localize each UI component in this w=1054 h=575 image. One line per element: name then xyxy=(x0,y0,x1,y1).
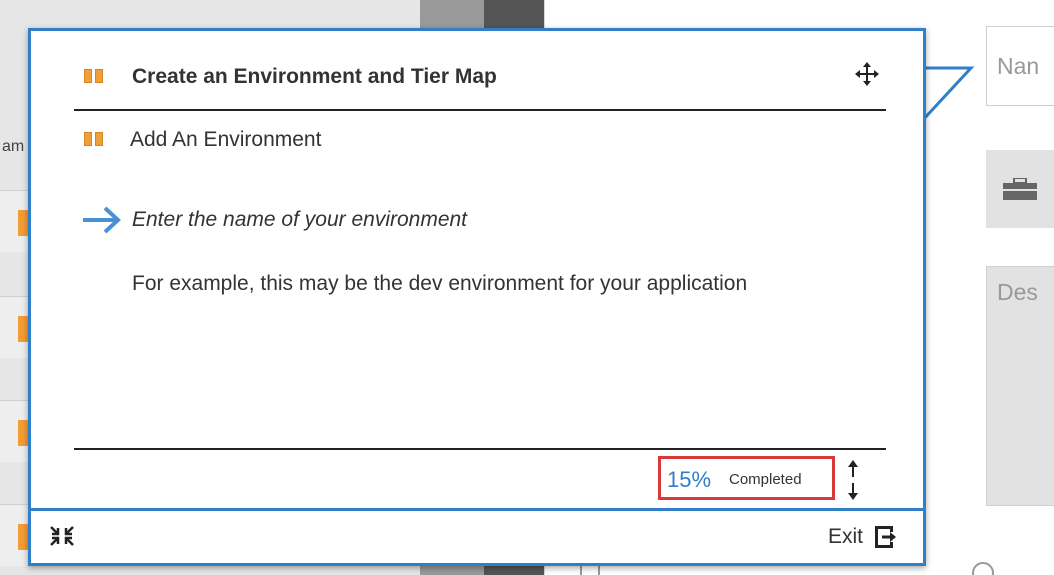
up-down-arrows-icon[interactable] xyxy=(843,459,863,501)
exit-icon xyxy=(875,526,896,548)
instruction-text: Enter the name of your environment xyxy=(132,208,468,231)
environment-description-field[interactable] xyxy=(986,266,1054,506)
instruction-row: Enter the name of your environment xyxy=(81,203,841,239)
tier-icon xyxy=(18,210,28,236)
popup-title: Create an Environment and Tier Map xyxy=(132,65,497,88)
exit-button[interactable]: Exit xyxy=(828,523,897,551)
environment-name-input[interactable] xyxy=(987,27,1054,105)
popup-header: Create an Environment and Tier Map xyxy=(74,51,886,111)
progress-label: Completed xyxy=(729,471,802,488)
progress-indicator: 15% Completed xyxy=(658,456,835,500)
tier-icon xyxy=(18,524,28,550)
environment-name-field[interactable] xyxy=(986,26,1054,106)
environment-description-input[interactable] xyxy=(987,267,1054,505)
briefcase-icon xyxy=(1003,178,1037,200)
exit-label: Exit xyxy=(827,525,863,548)
collapse-arrows-icon[interactable] xyxy=(49,525,75,547)
divider xyxy=(74,448,886,450)
tier-icon xyxy=(18,420,28,446)
flow-icon xyxy=(84,132,103,146)
move-arrows-icon[interactable] xyxy=(854,61,880,87)
tier-icon xyxy=(18,316,28,342)
environment-type-button[interactable] xyxy=(986,150,1054,228)
walkthrough-popup: Create an Environment and Tier Map Add A… xyxy=(28,28,926,566)
progress-percent: 15% xyxy=(667,467,712,492)
step-heading: Add An Environment xyxy=(84,126,784,156)
step-title: Add An Environment xyxy=(130,128,322,151)
step-description: For example, this may be the dev environ… xyxy=(132,272,748,295)
help-icon[interactable] xyxy=(972,562,994,575)
arrow-right-icon xyxy=(83,206,121,234)
flow-icon xyxy=(84,69,103,83)
popup-footer: Exit xyxy=(31,508,923,563)
